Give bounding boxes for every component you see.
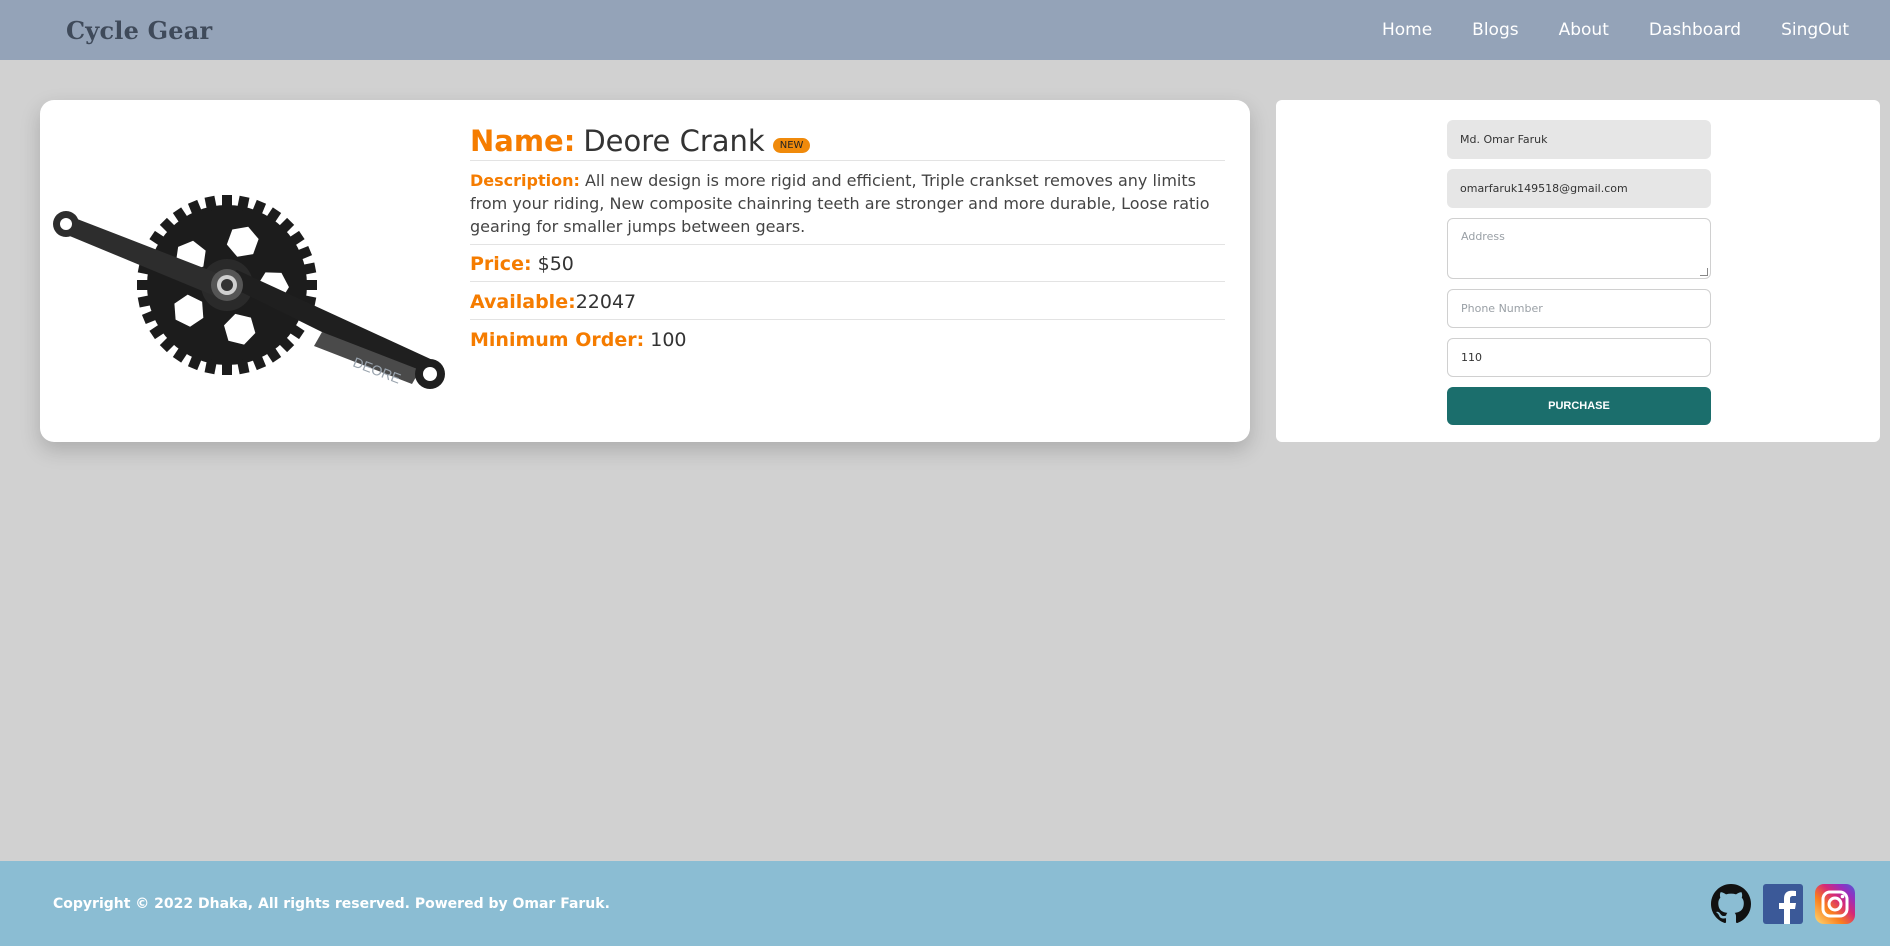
nav-home-link[interactable]: Home [1382,20,1432,40]
product-details: Name: Deore Crank NEW Description: All n… [470,124,1225,357]
email-field[interactable]: omarfaruk149518@gmail.com [1447,169,1711,208]
phone-input[interactable]: Phone Number [1447,289,1711,328]
available-row: Available:22047 [470,282,1225,320]
min-order-label: Minimum Order: [470,329,645,351]
name-label: Name: [470,124,576,158]
new-badge: NEW [772,138,811,153]
nav-about-link[interactable]: About [1559,20,1609,40]
product-available: 22047 [575,291,637,313]
product-price: $50 [537,253,574,275]
copyright-text: Copyright © 2022 Dhaka, All rights reser… [53,895,610,912]
main-nav: Home Blogs About Dashboard SingOut [1382,20,1849,40]
min-order-row: Minimum Order: 100 [470,320,1225,357]
instagram-icon[interactable] [1815,883,1855,924]
nav-signout-link[interactable]: SingOut [1781,20,1849,40]
social-links [1711,883,1855,924]
name-row: Name: Deore Crank NEW [470,124,1225,161]
description-label: Description: [470,171,580,190]
purchase-form: Md. Omar Faruk omarfaruk149518@gmail.com… [1447,120,1711,425]
product-description: All new design is more rigid and efficie… [470,171,1210,236]
facebook-icon[interactable] [1763,883,1803,924]
footer: Copyright © 2022 Dhaka, All rights reser… [0,861,1890,946]
purchase-form-card: Md. Omar Faruk omarfaruk149518@gmail.com… [1276,100,1880,442]
purchase-button[interactable]: PURCHASE [1447,387,1711,425]
navbar: Cycle Gear Home Blogs About Dashboard Si… [0,0,1890,60]
resize-handle-icon[interactable] [1700,268,1708,276]
description-row: Description: All new design is more rigi… [470,161,1225,245]
crankset-image: DEORE [53,195,445,389]
available-label: Available: [470,291,576,313]
address-placeholder: Address [1461,230,1505,243]
quantity-input[interactable]: 110 [1447,338,1711,377]
name-field[interactable]: Md. Omar Faruk [1447,120,1711,159]
address-textarea[interactable]: Address [1447,218,1711,279]
price-label: Price: [470,253,532,275]
github-icon[interactable] [1711,883,1751,924]
price-row: Price: $50 [470,245,1225,282]
product-name: Deore Crank [583,124,765,158]
nav-blogs-link[interactable]: Blogs [1472,20,1518,40]
nav-dashboard-link[interactable]: Dashboard [1649,20,1741,40]
product-card: DEORE Name: Deore Crank NEW Description:… [40,100,1250,442]
product-min-order: 100 [650,329,687,351]
brand-logo[interactable]: Cycle Gear [66,16,212,45]
